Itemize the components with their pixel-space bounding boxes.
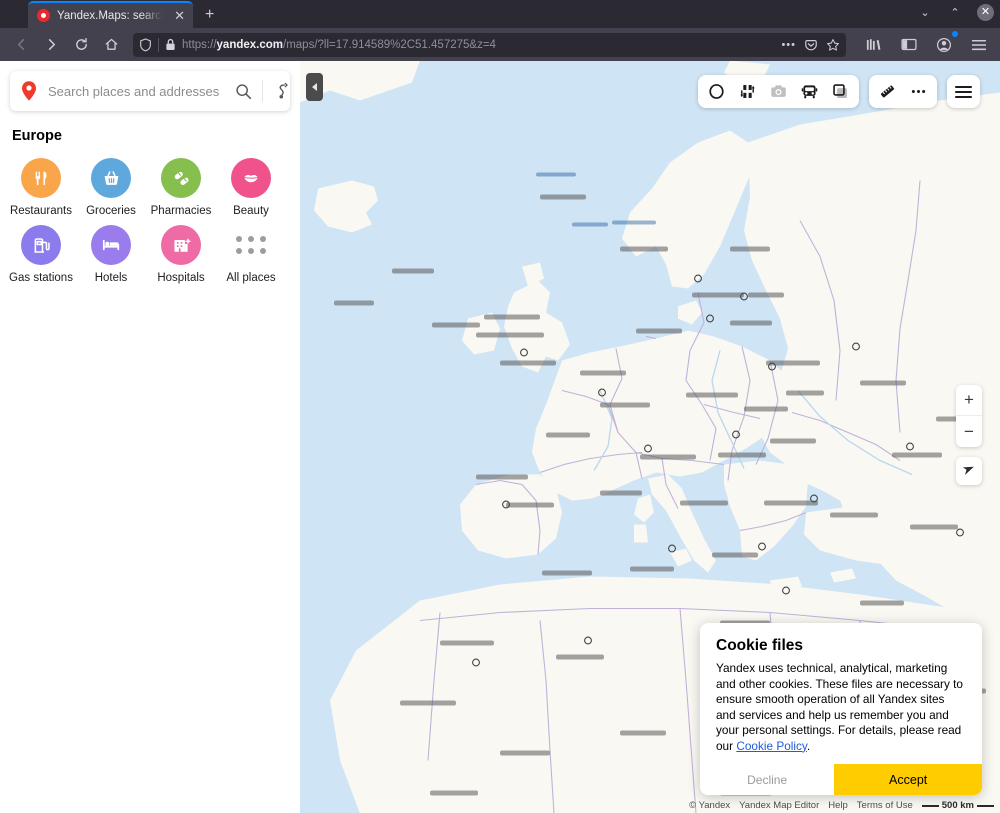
category-pharmacies[interactable]: Pharmacies — [146, 158, 216, 217]
hospital-icon — [161, 225, 201, 265]
category-label: Hospitals — [157, 272, 205, 284]
scale-bar: 500 km — [921, 800, 994, 811]
back-icon[interactable] — [8, 32, 34, 58]
basket-icon — [91, 158, 131, 198]
fuel-pump-icon — [21, 225, 61, 265]
lock-icon[interactable] — [165, 38, 176, 51]
region-title: Europe — [12, 128, 62, 144]
cookie-banner-body: Cookie files Yandex uses technical, anal… — [700, 623, 982, 764]
tracking-protection-icon[interactable] — [139, 37, 152, 52]
map-editor-link[interactable]: Yandex Map Editor — [739, 800, 819, 811]
collapse-left-icon[interactable] — [306, 73, 323, 101]
cookie-policy-link[interactable]: Cookie Policy — [736, 739, 807, 753]
category-hospitals[interactable]: Hospitals — [146, 225, 216, 284]
category-grid: Restaurants Groceries Pharmacies Beauty … — [0, 144, 300, 292]
search-input[interactable] — [38, 83, 224, 99]
tab-strip: Yandex.Maps: search for p ✕ + ⌄ ⌃ ✕ — [0, 0, 1000, 28]
route-directions-icon[interactable] — [263, 71, 301, 111]
public-transport-icon[interactable] — [794, 76, 825, 107]
category-label: Restaurants — [9, 205, 72, 217]
decline-button[interactable]: Decline — [700, 764, 835, 795]
browser-toolbar-right — [855, 30, 992, 58]
bookmark-star-icon[interactable] — [826, 38, 840, 52]
category-hotels[interactable]: Hotels — [76, 225, 146, 284]
my-location-icon[interactable] — [956, 457, 982, 485]
cookie-banner-title: Cookie files — [716, 637, 803, 654]
home-icon[interactable] — [98, 32, 124, 58]
map-footer: © Yandex Yandex Map Editor Help Terms of… — [689, 800, 994, 811]
yandex-maps-favicon — [37, 9, 50, 22]
fork-knife-icon — [21, 158, 61, 198]
bed-icon — [91, 225, 131, 265]
ruler-measure-icon[interactable] — [872, 76, 903, 107]
cookie-banner: Cookie files Yandex uses technical, anal… — [700, 623, 982, 795]
map-layer-tools — [698, 75, 859, 108]
category-label: Gas stations — [9, 272, 73, 284]
close-tab-icon[interactable]: ✕ — [172, 7, 187, 24]
search-icon[interactable] — [224, 71, 262, 111]
zoom-controls: + − — [956, 385, 982, 447]
browser-window: Yandex.Maps: search for p ✕ + ⌄ ⌃ ✕ — [0, 0, 1000, 813]
category-groceries[interactable]: Groceries — [76, 158, 146, 217]
sidebar-icon[interactable] — [896, 32, 922, 58]
window-controls: ⌄ ⌃ ✕ — [917, 4, 994, 21]
browser-tab[interactable]: Yandex.Maps: search for p ✕ — [28, 1, 193, 28]
page-content: Europe Restaurants Groceries — [0, 61, 1000, 813]
category-label: Pharmacies — [150, 205, 212, 217]
url-text[interactable]: https://yandex.com/maps/?ll=17.914589%2C… — [182, 39, 775, 51]
traffic-icon[interactable] — [701, 76, 732, 107]
category-gas-stations[interactable]: Gas stations — [6, 225, 76, 284]
app-menu-icon[interactable] — [966, 32, 992, 58]
category-beauty[interactable]: Beauty — [216, 158, 286, 217]
zoom-out-button[interactable]: − — [956, 416, 982, 447]
page-actions-icon[interactable]: ••• — [781, 39, 796, 51]
accept-button[interactable]: Accept — [834, 764, 982, 795]
maps-sidebar: Europe Restaurants Groceries — [0, 61, 300, 813]
search-box[interactable] — [10, 71, 290, 111]
account-icon[interactable] — [931, 30, 958, 58]
category-label: Beauty — [233, 205, 269, 217]
url-bar-actions: ••• — [781, 38, 840, 52]
reload-icon[interactable] — [68, 32, 94, 58]
map-action-tools — [869, 75, 937, 108]
account-notification-dot — [952, 30, 958, 37]
terms-link[interactable]: Terms of Use — [857, 800, 913, 811]
map-pin-icon — [20, 80, 38, 102]
panorama-camera-icon[interactable] — [763, 76, 794, 107]
category-label: All places — [226, 272, 276, 284]
copyright-label: © Yandex — [689, 800, 731, 811]
category-label: Hotels — [94, 272, 128, 284]
category-restaurants[interactable]: Restaurants — [6, 158, 76, 217]
pocket-icon[interactable] — [804, 38, 818, 52]
map-menu-icon[interactable] — [947, 75, 980, 108]
more-dots-icon — [231, 225, 271, 265]
pills-icon — [161, 158, 201, 198]
cookie-banner-text: Yandex uses technical, analytical, marke… — [716, 661, 966, 754]
category-all-places[interactable]: All places — [216, 225, 286, 284]
cookie-text-period: . — [806, 738, 811, 753]
traffic-jams-icon[interactable] — [732, 76, 763, 107]
map-canvas[interactable]: + − Cookie files Yandex uses technical, … — [300, 61, 1000, 813]
new-tab-button[interactable]: + — [205, 6, 214, 24]
help-link[interactable]: Help — [828, 800, 848, 811]
search-actions — [224, 71, 301, 111]
url-separator — [158, 37, 159, 52]
cookie-banner-actions: Decline Accept — [700, 764, 982, 795]
url-bar[interactable]: https://yandex.com/maps/?ll=17.914589%2C… — [133, 32, 846, 57]
map-toolbar — [698, 75, 980, 108]
close-window-icon[interactable]: ✕ — [977, 4, 994, 21]
navigation-toolbar: https://yandex.com/maps/?ll=17.914589%2C… — [0, 28, 1000, 61]
minimize-icon[interactable]: ⌄ — [917, 6, 933, 19]
category-label: Groceries — [86, 205, 136, 217]
zoom-in-button[interactable]: + — [956, 385, 982, 416]
library-icon[interactable] — [861, 32, 887, 58]
scale-label: 500 km — [941, 800, 974, 811]
tab-title: Yandex.Maps: search for p — [57, 9, 166, 22]
maximize-icon[interactable]: ⌃ — [947, 6, 963, 19]
search-panel — [0, 61, 300, 111]
forward-icon[interactable] — [38, 32, 64, 58]
layers-icon[interactable] — [825, 76, 856, 107]
lips-icon — [231, 158, 271, 198]
more-options-icon[interactable] — [903, 76, 934, 107]
